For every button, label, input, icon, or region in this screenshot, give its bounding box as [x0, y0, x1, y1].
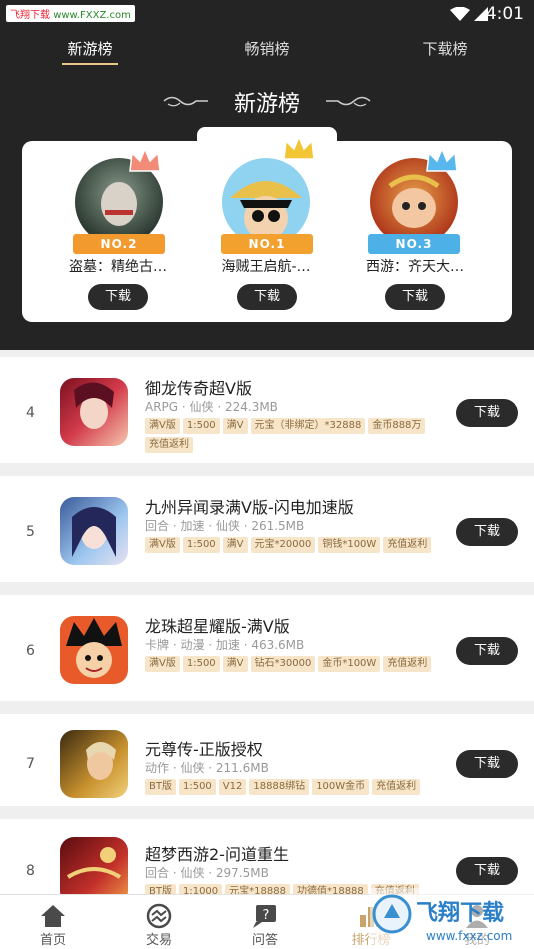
tag: BT版: [145, 779, 176, 795]
tag: 元宝（非绑定）*32888: [250, 418, 366, 434]
rank-number: 5: [26, 524, 35, 540]
watermark-text-a: 飞翔下载: [10, 10, 50, 21]
tab-underline: [62, 63, 118, 65]
download-button[interactable]: 下载: [456, 637, 518, 665]
game-title: 元尊传-正版授权: [145, 740, 263, 759]
tag: 1:500: [182, 537, 220, 553]
tag: 金币*100W: [318, 656, 381, 672]
trade-icon: [146, 903, 172, 929]
svg-text:?: ?: [263, 908, 270, 923]
tag-list: 满V版 1:500 满V 元宝*20000 铜钱*100W 充值返利: [145, 537, 445, 553]
nav-label: 首页: [39, 933, 66, 948]
watermark-text-b: www.FXXZ.com: [53, 10, 131, 21]
svg-text:飞翔下载: 飞翔下载: [416, 900, 504, 926]
tag: 18888绑钻: [249, 779, 310, 795]
game-meta: 卡牌 · 动漫 · 加速 · 463.6MB: [145, 638, 305, 652]
nav-qa[interactable]: ? 问答: [212, 895, 318, 949]
game-title: 龙珠超星耀版-满V版: [145, 617, 290, 636]
wifi-icon: [450, 7, 470, 21]
fxxz-logo: 飞翔下载 www.fxxz.com: [370, 888, 534, 949]
game-meta: ARPG · 仙侠 · 224.3MB: [145, 400, 278, 414]
tag-list: 满V版 1:500 满V 钻石*30000 金币*100W 充值返利: [145, 656, 445, 672]
download-button[interactable]: 下载: [385, 284, 445, 310]
tag: 充值返利: [145, 437, 193, 453]
game-meta: 回合 · 加速 · 仙侠 · 261.5MB: [145, 519, 305, 533]
tag: 充值返利: [383, 656, 432, 672]
crown-icon: [129, 147, 161, 172]
tag: 1:500: [182, 656, 220, 672]
game-icon: [60, 730, 128, 798]
rank-badge: NO.2: [73, 234, 165, 254]
home-icon: [41, 905, 65, 927]
list-item[interactable]: 7 元尊传-正版授权 动作 · 仙侠 · 211.6MB BT版 1:500 V…: [0, 714, 534, 806]
tag: V12: [218, 779, 247, 795]
tab-new-games[interactable]: 新游榜: [62, 38, 118, 65]
tag-list: BT版 1:500 V12 18888绑钻 100W金币 充值返利: [145, 779, 445, 795]
rank-number: 4: [26, 405, 35, 421]
download-button[interactable]: 下载: [456, 399, 518, 427]
download-button[interactable]: 下载: [88, 284, 148, 310]
nav-label: 问答: [251, 933, 278, 948]
qa-icon: ?: [253, 905, 276, 928]
rank-number: 8: [26, 863, 35, 879]
tag: 1:500: [178, 779, 216, 795]
status-bar: 飞翔下载 www.FXXZ.com 4:01: [0, 0, 534, 28]
rank-badge: NO.1: [221, 234, 313, 254]
game-icon: [60, 497, 128, 565]
nav-home[interactable]: 首页: [0, 895, 106, 949]
watermark: 飞翔下载 www.FXXZ.com: [6, 5, 135, 22]
game-icon: [60, 616, 128, 684]
game-title: 御龙传奇超V版: [145, 379, 252, 398]
tag-list: 满V版 1:500 满V 元宝（非绑定）*32888 金币888万 充值返利: [145, 418, 445, 453]
tab-label: 畅销榜: [244, 40, 290, 58]
game-name: 西游：齐天大…: [366, 259, 464, 275]
tag: 金币888万: [368, 418, 426, 434]
svg-text:www.fxxz.com: www.fxxz.com: [426, 929, 512, 943]
game-meta: 回合 · 仙侠 · 297.5MB: [145, 866, 269, 880]
download-button[interactable]: 下载: [456, 518, 518, 546]
game-icon: [60, 378, 128, 446]
tag: 满V: [222, 418, 248, 434]
tag: 满V版: [145, 537, 180, 553]
tag: 100W金币: [312, 779, 370, 795]
game-title: 九州异闻录满V版-闪电加速版: [145, 498, 354, 517]
clock: 4:01: [485, 4, 524, 24]
rank-number: 6: [26, 643, 35, 659]
tag: 充值返利: [372, 779, 421, 795]
download-button[interactable]: 下载: [237, 284, 297, 310]
tag: 充值返利: [383, 537, 432, 553]
tag: 满V版: [145, 656, 180, 672]
section-title: 新游榜: [233, 92, 300, 117]
crown-icon: [426, 147, 458, 172]
tab-downloads[interactable]: 下载榜: [421, 38, 469, 59]
tag: 满V版: [145, 418, 180, 434]
avatar: [222, 158, 310, 246]
game-meta: 动作 · 仙侠 · 211.6MB: [145, 761, 269, 775]
rank-badge: NO.3: [368, 234, 460, 254]
rank-tabs: 新游榜 畅销榜 下载榜: [0, 38, 534, 70]
tag: 铜钱*100W: [318, 537, 381, 553]
list-item[interactable]: 6 龙珠超星耀版-满V版 卡牌 · 动漫 · 加速 · 463.6MB 满V版 …: [0, 595, 534, 701]
rank-number: 7: [26, 756, 35, 772]
tag: 满V: [222, 537, 248, 553]
tab-bestsellers[interactable]: 畅销榜: [243, 38, 291, 59]
list-item[interactable]: 8 超梦西游2-问道重生 回合 · 仙侠 · 297.5MB BT版 1:100…: [0, 819, 534, 905]
list-item[interactable]: 4 御龙传奇超V版 ARPG · 仙侠 · 224.3MB 满V版 1:500 …: [0, 357, 534, 463]
crown-icon: [283, 135, 315, 160]
nav-trade[interactable]: 交易: [106, 895, 212, 949]
download-button[interactable]: 下载: [456, 857, 518, 885]
tag: 满V: [222, 656, 248, 672]
download-button[interactable]: 下载: [456, 750, 518, 778]
tab-label: 下载榜: [422, 40, 468, 58]
game-title: 超梦西游2-问道重生: [145, 845, 289, 864]
ornament-right-icon: [326, 96, 371, 107]
list-item[interactable]: 5 九州异闻录满V版-闪电加速版 回合 · 加速 · 仙侠 · 261.5MB …: [0, 476, 534, 582]
tag: 元宝*20000: [250, 537, 316, 553]
tag: 1:500: [182, 418, 220, 434]
game-name: 盗墓：精绝古…: [69, 259, 167, 275]
tab-label: 新游榜: [67, 40, 113, 58]
tag: 钻石*30000: [250, 656, 316, 672]
nav-label: 交易: [145, 933, 172, 948]
game-name: 海贼王启航-…: [221, 259, 311, 275]
